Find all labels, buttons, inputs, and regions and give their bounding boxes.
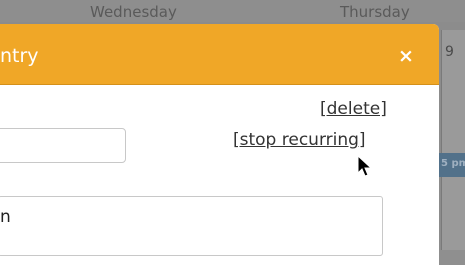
stop-recurring-link[interactable]: [stop recurring] (233, 130, 366, 150)
calendar-event-label: 5 pm (441, 158, 465, 169)
title-input[interactable] (0, 128, 126, 163)
close-button[interactable]: × (398, 45, 414, 67)
calendar-day-number: 9 (445, 44, 454, 60)
calendar-header: Wednesday Thursday (0, 0, 465, 22)
day-header-wednesday: Wednesday (90, 3, 177, 21)
mouse-pointer-icon (357, 154, 373, 183)
modal-title-bar: ntry × (0, 24, 439, 85)
day-header-thursday: Thursday (340, 3, 410, 21)
description-value: n (0, 207, 11, 227)
calendar-day-cell[interactable] (441, 30, 465, 250)
modal-title: ntry (0, 45, 39, 67)
delete-link[interactable]: [delete] (320, 99, 387, 119)
description-textarea[interactable] (0, 196, 383, 256)
